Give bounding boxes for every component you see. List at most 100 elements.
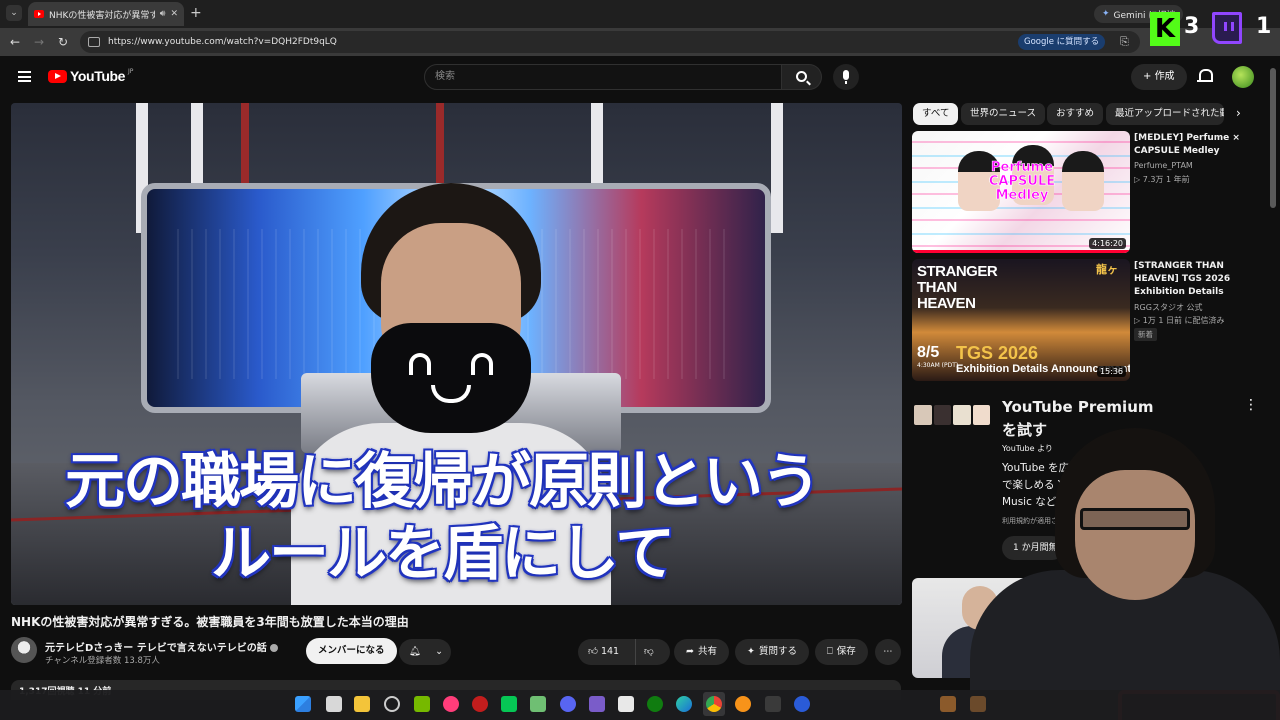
twitch-viewer-count: 1 [1256,14,1272,39]
app-brown-icon[interactable] [970,696,986,712]
subscriber-count: チャンネル登録者数 13.8万人 [45,656,160,666]
browser-tab-active[interactable]: NHKの性被害対応が異常すぎる 🔊︎ ✕ [28,2,184,26]
chrome-icon[interactable] [706,696,722,712]
scrollbar[interactable] [1270,68,1276,208]
windows-taskbar [0,690,1280,720]
verified-icon [269,644,278,652]
thumbnail-tgs: TGS 2026 [956,343,1039,363]
video-frame: 元の職場に復帰が原則という ルールを盾にして [11,103,902,605]
share-arrow-icon: ➦ [686,646,694,657]
join-member-button[interactable]: メンバーになる [306,638,397,664]
duration-badge: 4:16:20 [1089,238,1126,249]
rec-title[interactable]: [MEDLEY] Perfume × CAPSULE Medley [1134,132,1258,158]
cat-mask [371,323,531,433]
rec-thumbnail-stranger-than-heaven[interactable]: STRANGER THAN HEAVEN 龍ヶ 8/5 4:30AM (PDT)… [912,259,1130,381]
cast-icon[interactable]: ⎘ [1120,35,1129,49]
back-arrow-icon[interactable]: ← [10,34,20,50]
app-blue-icon[interactable] [794,696,810,712]
plus-icon: + [1143,71,1155,82]
search-button[interactable] [782,64,822,90]
youtube-logo[interactable]: YouTube JP [48,68,133,84]
forward-arrow-icon[interactable]: → [34,34,44,50]
ask-label: 質問する [758,646,797,657]
account-avatar[interactable] [1232,66,1254,88]
thumbs-up-icon: 👍︎ [588,646,598,657]
more-vertical-icon[interactable]: ⋮ [1244,398,1258,412]
app-purple-icon[interactable] [589,696,605,712]
chip-recommended[interactable]: おすすめ [1047,103,1104,125]
google-ask-button[interactable]: Google に質問する [1018,34,1106,50]
rec-meta: ▷ 7.3万 1 年前 [1134,175,1190,184]
duration-badge: 15:36 [1096,366,1126,377]
youtube-play-logo-icon [48,69,67,83]
task-view-icon[interactable] [326,696,342,712]
video-player[interactable]: 元の職場に復帰が原則という ルールを盾にして [11,103,902,605]
menu-icon[interactable] [18,71,31,82]
rec-thumbnail-perfume[interactable]: Perfume CAPSULE Medley 4:16:20 [912,131,1130,253]
app-dark-icon[interactable] [765,696,781,712]
notifications-bell-icon[interactable] [1197,69,1213,83]
chip-all[interactable]: すべて [913,103,959,125]
url-text: https://www.youtube.com/watch?v=DQH2FDt9… [108,37,337,47]
speaker-icon[interactable]: 🔊︎ [160,9,166,19]
thumbs-down-icon: 👎︎ [644,646,654,657]
rec-channel[interactable]: RGGスタジオ 公式 [1134,302,1203,313]
youtube-header: YouTube JP 検索 + 作成 [0,56,1280,98]
rec-channel[interactable]: Perfume_PTAM [1134,161,1193,170]
thumbnail-logo: 龍ヶ [1096,263,1118,276]
webcam-overlay [830,420,1280,720]
discord-icon[interactable] [560,696,576,712]
share-button[interactable]: ➦ 共有 [674,639,729,665]
file-explorer-icon[interactable] [354,696,370,712]
tab-close-icon[interactable]: ✕ [170,9,178,19]
app-white-icon[interactable] [618,696,634,712]
app-orange-icon[interactable] [735,696,751,712]
logo-region: JP [128,68,134,75]
reload-icon[interactable]: ↻ [58,34,68,50]
nvidia-icon[interactable] [414,696,430,712]
chevron-down-icon: ⌄ [435,646,444,657]
thumbnail-title: STRANGER THAN HEAVEN [917,263,998,312]
chevron-right-icon[interactable]: › [1236,106,1241,120]
sparkle-icon: ✦ [747,646,755,657]
chip-recently-uploaded[interactable]: 最近アップロードされた動画 [1106,103,1224,125]
bell-icon: 🔔︎ [409,646,422,657]
dislike-button[interactable]: 👎︎ [636,639,654,665]
app-lips-icon[interactable] [443,696,459,712]
minecraft-icon[interactable] [940,696,956,712]
kick-logo-icon: K [1150,12,1180,46]
video-caption-line-2: ルールを盾にして [209,518,676,591]
logo-text: YouTube [70,68,126,84]
kick-viewer-count: 3 [1184,14,1200,39]
thumbnail-text: Perfume CAPSULE Medley [988,160,1056,203]
new-badge: 新着 [1134,328,1157,341]
address-bar[interactable]: https://www.youtube.com/watch?v=DQH2FDt9… [80,31,1140,53]
voice-search-icon[interactable] [833,64,859,90]
new-tab-button[interactable]: + [190,4,202,22]
rec-title[interactable]: [STRANGER THAN HEAVEN] TGS 2026 Exhibiti… [1134,260,1258,300]
tab-search-dropdown-icon[interactable]: ⌄ [6,5,22,21]
browser-tab-bar: ⌄ NHKの性被害対応が異常すぎる 🔊︎ ✕ + ✦ Gemini に相談 [0,0,1280,28]
create-button[interactable]: + 作成 [1131,64,1187,90]
site-info-icon[interactable] [88,37,100,47]
line-icon[interactable] [501,696,517,712]
search-input[interactable]: 検索 [424,64,782,90]
ask-button[interactable]: ✦ 質問する [735,639,809,665]
subscribe-bell-button[interactable]: 🔔︎ ⌄ [399,639,451,665]
tab-title: NHKの性被害対応が異常すぎる [49,10,155,21]
studio-pillar [771,103,783,233]
obs-icon[interactable] [384,696,400,712]
chip-world-news[interactable]: 世界のニュース [961,103,1046,125]
channel-name-text: 元テレビDさっきー テレビで言えないテレビの話 [45,643,267,654]
record-icon[interactable] [472,696,488,712]
vim-icon[interactable] [530,696,546,712]
rec-meta: ▷ 1万 1 日前 に配信済み [1134,316,1225,325]
edge-icon[interactable] [676,696,692,712]
start-windows-icon[interactable] [295,696,311,712]
like-button[interactable]: 👍︎ 141 [578,639,636,665]
xbox-icon[interactable] [647,696,663,712]
thumbnail-time: 4:30AM (PDT) [917,362,959,369]
watch-progress-bar [912,250,1130,253]
channel-name[interactable]: 元テレビDさっきー テレビで言えないテレビの話 [45,639,278,654]
channel-avatar[interactable] [11,637,37,663]
